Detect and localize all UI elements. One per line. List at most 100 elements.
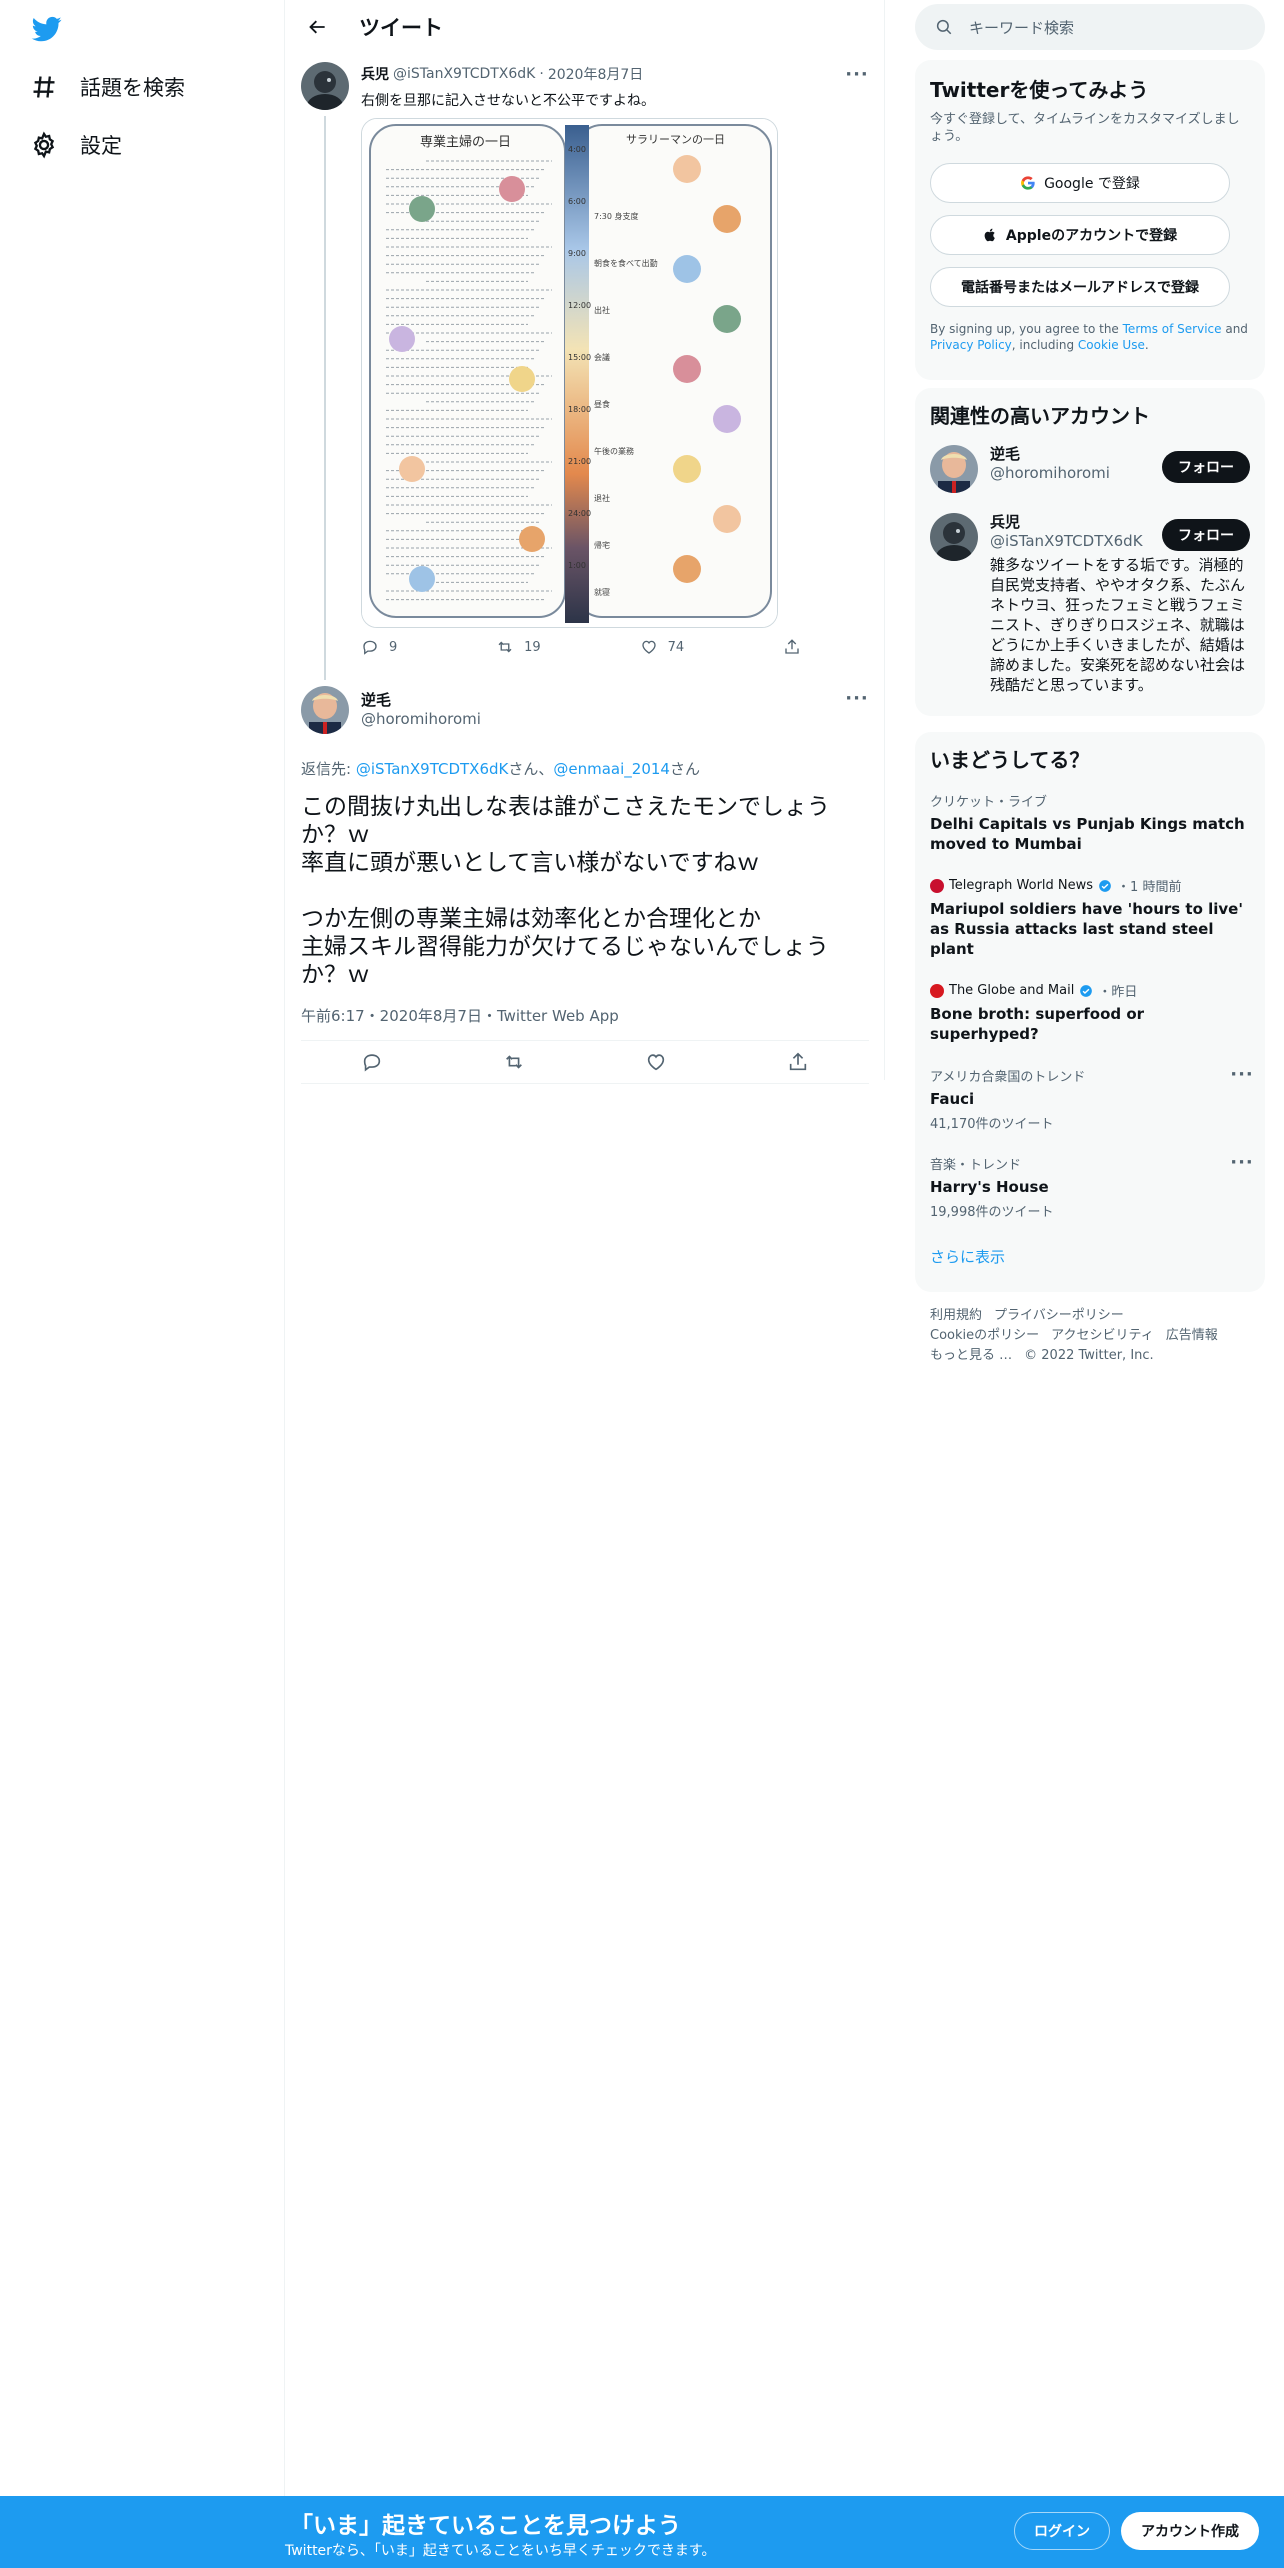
illustration-figure <box>673 255 701 283</box>
nav-explore-label: 話題を検索 <box>80 76 185 100</box>
footer-links: 利用規約 プライバシーポリシー Cookieのポリシー アクセシビリティ 広告情報 も… <box>930 1306 1250 1366</box>
footer-terms-link[interactable]: 利用規約 <box>930 1308 982 1323</box>
google-signup-button[interactable]: Google で登録 <box>930 163 1230 203</box>
trend-more-button[interactable]: ··· <box>1230 1150 1254 1174</box>
show-more-link[interactable]: さらに表示 <box>930 1246 1250 1267</box>
trend-title: Bone broth: superfood or superhyped? <box>930 1005 1145 1043</box>
related-account[interactable]: 逆毛 @horomihoromi フォロー <box>930 445 1250 493</box>
trend-item[interactable]: クリケット・ライブ Delhi Capitals vs Punjab Kings… <box>930 791 1250 854</box>
footer-more-link[interactable]: もっと見る … <box>930 1348 1012 1363</box>
related-accounts-panel: 関連性の高いアカウント 逆毛 @horomihoromi フォロー 兵児 @iS… <box>915 388 1265 716</box>
trend-item[interactable]: アメリカ合衆国のトレンド Fauci 41,170件のツイート ··· <box>930 1064 1253 1133</box>
trend-title: Mariupol soldiers have 'hours to live' a… <box>930 900 1243 958</box>
privacy-policy-link[interactable]: Privacy Policy <box>930 338 1012 352</box>
retweet-button[interactable]: 19 <box>496 638 541 656</box>
trend-context: Telegraph World News ・1 時間前 <box>930 876 1250 895</box>
footer-ads-link[interactable]: 広告情報 <box>1166 1328 1218 1343</box>
signup-title: Twitterを使ってみよう <box>930 78 1149 102</box>
footer-privacy-link[interactable]: プライバシーポリシー <box>994 1308 1124 1323</box>
share-icon[interactable] <box>787 1051 809 1073</box>
retweet-icon[interactable] <box>503 1051 525 1073</box>
trend-time: ・1 時間前 <box>1117 880 1182 895</box>
trend-more-button[interactable]: ··· <box>1230 1062 1254 1086</box>
media-right-title: サラリーマンの一日 <box>626 133 725 146</box>
illustration-figure <box>673 355 701 383</box>
heart-icon[interactable] <box>645 1051 667 1073</box>
reply-count: 9 <box>389 639 398 655</box>
app: 話題を検索 設定 ツイート 兵児 @iSTanX9TCDTX6dK · 2020… <box>0 0 1284 2568</box>
replying-to: 返信先: @iSTanX9TCDTX6dKさん、@enmaai_2014さん <box>301 758 869 779</box>
more-icon: ··· <box>1230 1063 1254 1085</box>
replying-to-link-1[interactable]: @iSTanX9TCDTX6dK <box>356 760 509 778</box>
trends-panel: いまどうしてる？ クリケット・ライブ Delhi Capitals vs Pun… <box>915 732 1265 1292</box>
replying-to-link-2[interactable]: @enmaai_2014 <box>553 760 670 778</box>
trend-item[interactable]: Telegraph World News ・1 時間前 Mariupol sol… <box>930 876 1250 959</box>
focus-author-handle[interactable]: @horomihoromi <box>361 710 481 729</box>
google-icon <box>1021 176 1035 190</box>
terms-text-3: , including <box>1011 338 1078 352</box>
illustration-figure <box>509 366 535 392</box>
follow-button[interactable]: フォロー <box>1162 451 1250 483</box>
avatar[interactable] <box>930 513 978 561</box>
account-handle[interactable]: @horomihoromi <box>990 464 1110 483</box>
focus-tweet-timestamp[interactable]: 午前6:17・2020年8月7日・Twitter Web App <box>301 1005 869 1041</box>
schedule-note: 会議 <box>594 353 610 362</box>
nav-explore[interactable]: 話題を検索 <box>30 72 185 102</box>
signup-panel: Twitterを使ってみよう 今すぐ登録して、タイムラインをカスタマイズしましょ… <box>915 60 1265 380</box>
tweet-image[interactable]: 専業主婦の一日 サラリーマンの一日 4:00 6:00 9:00 12:00 15:00… <box>361 118 778 628</box>
phone-signup-button[interactable]: 電話番号またはメールアドレスで登録 <box>930 267 1230 307</box>
parent-tweet-actions: 9 19 74 <box>361 638 801 656</box>
search-box[interactable]: キーワード検索 <box>915 4 1265 50</box>
thread-line <box>324 116 326 680</box>
trend-item[interactable]: 音楽・トレンド Harry's House 19,998件のツイート ··· <box>930 1152 1253 1221</box>
nav-settings[interactable]: 設定 <box>30 130 122 160</box>
nav-settings-label: 設定 <box>80 134 122 158</box>
trends-title: いまどうしてる？ <box>930 748 1090 772</box>
reply-icon[interactable] <box>361 1051 383 1073</box>
left-nav: 話題を検索 設定 <box>0 0 285 2568</box>
reply-icon <box>363 640 377 655</box>
trend-count: 19,998件のツイート <box>930 1205 1054 1220</box>
verified-badge-icon <box>1080 984 1093 997</box>
trend-source: Telegraph World News <box>949 878 1094 893</box>
terms-text-4: . <box>1144 338 1149 352</box>
avatar[interactable] <box>930 445 978 493</box>
login-button[interactable]: ログイン <box>1014 2512 1110 2550</box>
trend-context: The Globe and Mail ・昨日 <box>930 981 1250 1000</box>
globe-and-mail-logo-icon <box>930 983 944 998</box>
related-title: 関連性の高いアカウント <box>930 404 1150 428</box>
time-label: 24:00 <box>568 509 592 518</box>
cookie-use-link[interactable]: Cookie Use <box>1078 338 1145 352</box>
footer-cookie-link[interactable]: Cookieのポリシー <box>930 1328 1039 1343</box>
parent-tweet-avatar[interactable] <box>301 62 349 110</box>
apple-signup-button[interactable]: Appleのアカウントで登録 <box>930 215 1230 255</box>
illustration-figure <box>409 196 435 222</box>
illustration-figure <box>409 566 435 592</box>
illustration-figure <box>713 505 741 533</box>
account-name[interactable]: 逆毛 <box>990 445 1110 464</box>
replying-sep: さん、 <box>508 760 554 778</box>
create-account-button[interactable]: アカウント作成 <box>1121 2512 1259 2550</box>
focus-author-name[interactable]: 逆毛 <box>361 691 481 710</box>
share-button[interactable] <box>783 638 801 656</box>
footer-accessibility-link[interactable]: アクセシビリティ <box>1051 1328 1154 1343</box>
focus-more-options-button[interactable]: ··· <box>845 686 869 710</box>
parent-tweet-text: 右側を旦那に記入させないと不公平ですよね。 <box>361 93 655 109</box>
author-handle[interactable]: @iSTanX9TCDTX6dK <box>393 66 535 82</box>
replying-prefix: 返信先: <box>301 760 356 778</box>
tweet-date[interactable]: 2020年8月7日 <box>548 64 643 84</box>
follow-button[interactable]: フォロー <box>1162 519 1250 551</box>
focus-tweet-avatar[interactable] <box>301 686 349 734</box>
back-button[interactable] <box>301 10 335 44</box>
trend-item[interactable]: The Globe and Mail ・昨日 Bone broth: super… <box>930 981 1250 1044</box>
reply-button[interactable]: 9 <box>361 638 397 656</box>
author-name[interactable]: 兵児 <box>361 64 389 84</box>
more-icon: ··· <box>845 687 869 709</box>
terms-of-service-link[interactable]: Terms of Service <box>1123 322 1222 336</box>
twitter-logo-icon[interactable] <box>30 14 64 44</box>
more-options-button[interactable]: ··· <box>845 62 869 86</box>
like-button[interactable]: 74 <box>640 638 684 656</box>
related-account[interactable]: 兵児 @iSTanX9TCDTX6dK 雑多なツイートをする垢です。消極的自民党… <box>930 513 1250 695</box>
schedule-note: 7:30 身支度 <box>594 212 639 221</box>
terms-text-1: By signing up, you agree to the <box>930 322 1123 336</box>
